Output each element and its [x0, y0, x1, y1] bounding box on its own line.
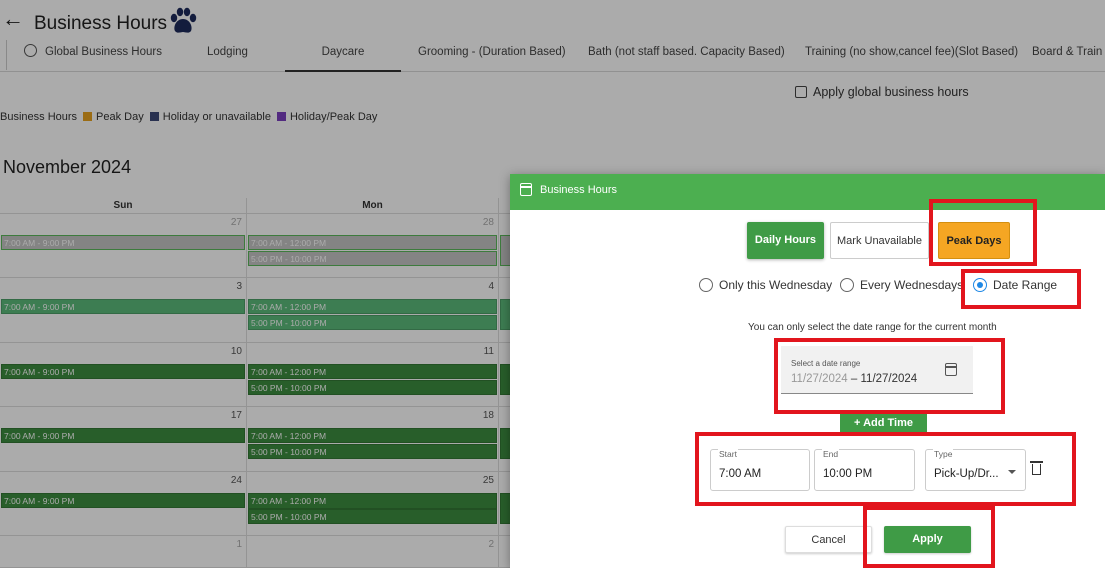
add-time-button[interactable]: + Add Time [840, 413, 927, 433]
highlight-apply [863, 506, 995, 568]
radio-only-this-wednesday[interactable]: Only this Wednesday [699, 278, 832, 292]
highlight-time-row [695, 432, 1076, 506]
cancel-button[interactable]: Cancel [785, 526, 872, 553]
highlight-date-range [961, 269, 1081, 309]
radio-every-wednesdays[interactable]: Every Wednesdays [840, 278, 963, 292]
radio-label: Every Wednesdays [860, 278, 964, 292]
page: ← Business Hours Global Business Hours L… [0, 0, 1105, 568]
daily-hours-button[interactable]: Daily Hours [747, 222, 824, 259]
radio-circle[interactable] [840, 278, 854, 292]
highlight-peak-days [929, 199, 1037, 266]
date-range-note: You can only select the date range for t… [748, 322, 997, 333]
highlight-date-input [774, 338, 1005, 414]
radio-label: Only this Wednesday [719, 278, 833, 292]
calendar-icon [520, 183, 532, 196]
dialog-title: Business Hours [540, 184, 618, 196]
mark-unavailable-button[interactable]: Mark Unavailable [830, 222, 929, 259]
radio-circle[interactable] [699, 278, 713, 292]
